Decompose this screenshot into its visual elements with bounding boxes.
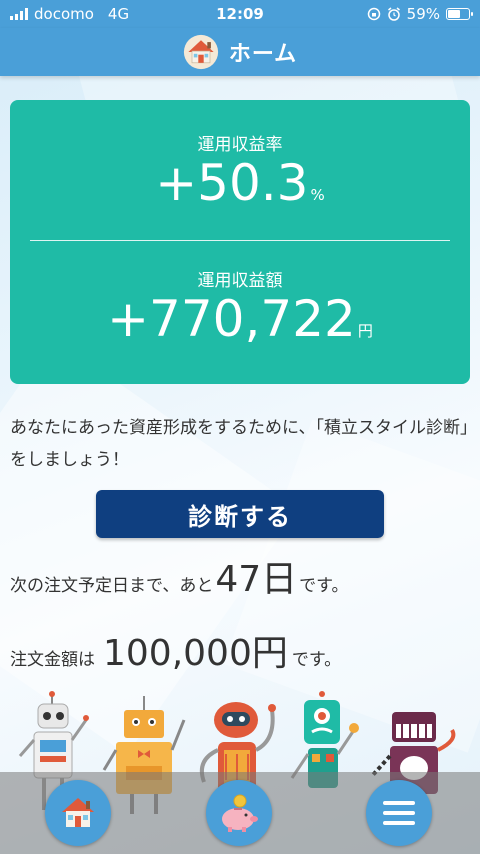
- nav-menu-button[interactable]: [366, 780, 432, 846]
- return-amount-value: +770,722: [107, 290, 356, 348]
- status-bar: docomo 4G 12:09 59%: [0, 0, 480, 28]
- status-right: 59%: [290, 5, 473, 23]
- return-summary-card: 運用収益率 +50.3% 運用収益額 +770,722 円: [10, 100, 470, 384]
- hamburger-menu-icon: [383, 801, 415, 825]
- signal-icon: [10, 8, 28, 20]
- network-type: 4G: [107, 5, 130, 23]
- diagnosis-message: あなたにあった資産形成をするために、「積立スタイル診断」をしましょう！: [10, 418, 469, 470]
- status-time: 12:09: [216, 5, 264, 23]
- battery-level: [448, 10, 460, 18]
- orientation-lock-icon: [367, 7, 380, 21]
- return-amount-display: +770,722 円: [10, 290, 470, 348]
- next-order-suffix: です。: [299, 576, 349, 596]
- return-rate-value: +50.3: [155, 154, 309, 212]
- card-divider: [30, 240, 450, 241]
- return-rate-label: 運用収益率: [197, 135, 283, 155]
- next-order-prefix: 次の注文予定日まで、あと: [10, 576, 214, 596]
- order-amount-info: 注文金額は 100,000円 です。: [10, 624, 341, 676]
- return-amount-unit: 円: [357, 322, 373, 340]
- app-header: ホーム: [0, 28, 480, 76]
- order-amount-prefix: 注文金額は: [10, 650, 95, 670]
- diagnose-button[interactable]: 診断する: [96, 490, 384, 538]
- alarm-icon: [387, 7, 400, 21]
- next-order-days: 47日: [215, 559, 298, 600]
- house-icon: [62, 798, 94, 827]
- return-rate-display: +50.3%: [10, 154, 470, 212]
- battery-percent: 59%: [406, 5, 440, 23]
- piggy-bank-icon: [222, 794, 258, 832]
- page-title: ホーム: [228, 42, 298, 67]
- house-icon: [183, 34, 218, 70]
- carrier-name: docomo: [34, 5, 94, 23]
- order-amount-value: 100,000円: [103, 633, 288, 674]
- next-order-info: 次の注文予定日まで、あと 47日 です。: [10, 550, 348, 602]
- battery-icon: [446, 8, 473, 20]
- status-left: docomo 4G: [10, 5, 190, 23]
- return-rate-unit: %: [310, 186, 325, 204]
- nav-savings-button[interactable]: [206, 780, 272, 846]
- return-amount-label: 運用収益額: [197, 271, 283, 291]
- nav-home-button[interactable]: [45, 780, 111, 846]
- order-amount-suffix: です。: [291, 650, 342, 670]
